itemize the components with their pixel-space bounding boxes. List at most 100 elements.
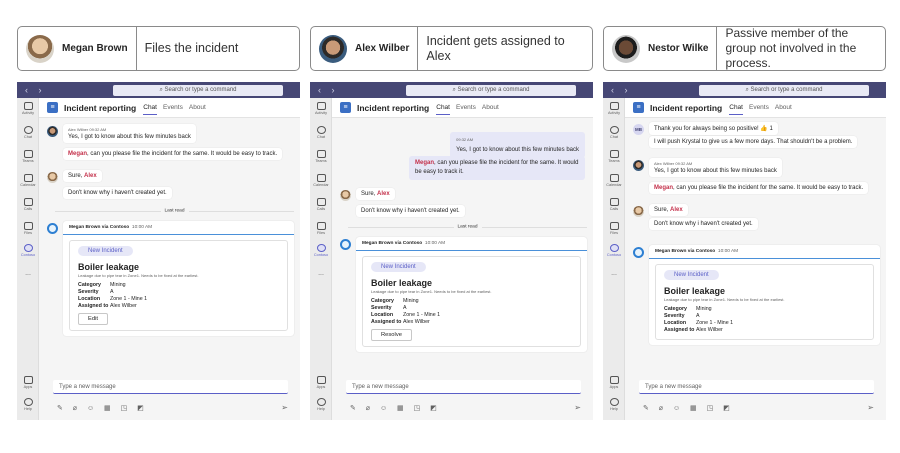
rail-chat[interactable]: Chat (603, 126, 625, 139)
rail-activity[interactable]: Activity (17, 102, 39, 115)
mention[interactable]: Alex (670, 207, 683, 213)
message: Sure, Alex (356, 188, 395, 200)
rail-chat[interactable]: Chat (310, 126, 332, 139)
panel-megan: Megan Brown Files the incident ‹ › ⌕ Sea… (17, 0, 300, 420)
compose-input[interactable]: Type a new message (53, 380, 288, 394)
send-icon[interactable]: ➢ (281, 403, 288, 412)
rail-help[interactable]: Help (17, 398, 39, 411)
compose-toolbar[interactable]: ✎ ⌀ ☺ ▦ ◳ ◩ (57, 404, 148, 412)
field-row: Assigned to Alex Wilber (78, 303, 279, 309)
tab-about[interactable]: About (775, 104, 792, 111)
incident-title: Boiler leakage (78, 262, 140, 272)
rail-label: Calendar (606, 183, 622, 187)
tab-events[interactable]: Events (163, 104, 183, 111)
rail-calendar[interactable]: Calendar (603, 174, 625, 187)
message-meta: Alex Wilber 09:32 AM (654, 161, 693, 166)
mention[interactable]: Megan (68, 151, 87, 157)
rail-chat[interactable]: Chat (17, 126, 39, 139)
send-icon[interactable]: ➢ (574, 403, 581, 412)
rail-teams[interactable]: Teams (17, 150, 39, 163)
rail-apps[interactable]: Apps (17, 376, 39, 389)
message-text: , can you please file the incident for t… (415, 160, 579, 175)
rail-calls[interactable]: Calls (603, 198, 625, 211)
title-bar: ‹ › ⌕ Search or type a command (310, 82, 593, 98)
more-apps-icon[interactable]: ... (603, 270, 625, 277)
rail-calendar[interactable]: Calendar (17, 174, 39, 187)
tab-about[interactable]: About (189, 104, 206, 111)
rail-files[interactable]: Files (310, 222, 332, 235)
help-icon (609, 398, 619, 406)
rail-calendar[interactable]: Calendar (310, 174, 332, 187)
tab-events[interactable]: Events (749, 104, 769, 111)
more-apps-icon[interactable]: ... (17, 270, 39, 277)
teams-icon (609, 150, 619, 158)
field-label: Location (78, 296, 101, 302)
last-read-label: Last read (453, 224, 482, 230)
avatar (612, 34, 640, 63)
mention[interactable]: Alex (84, 173, 97, 179)
teams-window: ‹ › ⌕ Search or type a command Activity … (310, 82, 593, 420)
rail-help[interactable]: Help (310, 398, 332, 411)
search-box[interactable]: ⌕ Search or type a command (113, 84, 283, 96)
rail-contoso[interactable]: Contoso (603, 244, 625, 257)
field-label: Category (371, 298, 394, 304)
mention[interactable]: Megan (654, 185, 673, 191)
avatar: MB (633, 124, 644, 135)
search-box[interactable]: ⌕ Search or type a command (406, 84, 576, 96)
more-apps-icon[interactable]: ... (310, 270, 332, 277)
rail-files[interactable]: Files (603, 222, 625, 235)
field-label: Location (371, 312, 394, 318)
channel-logo-icon: ≡ (340, 102, 351, 113)
compose-toolbar[interactable]: ✎ ⌀ ☺ ▦ ◳ ◩ (643, 404, 734, 412)
tab-chat[interactable]: Chat (436, 104, 450, 115)
rail-calls[interactable]: Calls (17, 198, 39, 211)
back-forward-icon[interactable]: ‹ › (611, 85, 632, 95)
mention[interactable]: Alex (377, 191, 390, 197)
back-forward-icon[interactable]: ‹ › (25, 85, 46, 95)
tab-chat[interactable]: Chat (729, 104, 743, 115)
rail-calls[interactable]: Calls (310, 198, 332, 211)
field-value: Mining (403, 298, 419, 304)
channel-header: ≡ Incident reporting Chat Events About (625, 98, 886, 118)
rail-label: Calendar (313, 183, 329, 187)
rail-help[interactable]: Help (603, 398, 625, 411)
tab-about[interactable]: About (482, 104, 499, 111)
file-icon (316, 222, 326, 230)
field-value: Zone 1 - Mine 1 (403, 312, 441, 318)
field-label: Severity (664, 313, 685, 319)
rail-contoso[interactable]: Contoso (310, 244, 332, 257)
message-text: Don't know why i haven't created yet. (68, 190, 167, 196)
mention[interactable]: Megan (415, 160, 434, 166)
rail-files[interactable]: Files (17, 222, 39, 235)
tab-chat[interactable]: Chat (143, 104, 157, 115)
calendar-icon (316, 174, 326, 182)
field-label: Assigned to (371, 319, 402, 325)
search-box[interactable]: ⌕ Search or type a command (699, 84, 869, 96)
status-badge: New Incident (371, 262, 426, 272)
back-forward-icon[interactable]: ‹ › (318, 85, 339, 95)
rail-activity[interactable]: Activity (603, 102, 625, 115)
calendar-icon (609, 174, 619, 182)
rail-teams[interactable]: Teams (310, 150, 332, 163)
message-meta: 09:32 AM (456, 137, 474, 142)
rail-activity[interactable]: Activity (310, 102, 332, 115)
rail-apps[interactable]: Apps (310, 376, 332, 389)
avatar (340, 190, 351, 201)
persona-description: Passive member of the group not involved… (725, 26, 857, 70)
edit-button[interactable]: Edit (78, 313, 108, 325)
rail-contoso[interactable]: Contoso (17, 244, 39, 257)
compose-input[interactable]: Type a new message (346, 380, 581, 394)
rail-label: Activity (607, 111, 621, 115)
field-label: Location (664, 320, 687, 326)
compose-input[interactable]: Type a new message (639, 380, 874, 394)
rail-teams[interactable]: Teams (603, 150, 625, 163)
rail-apps[interactable]: Apps (603, 376, 625, 389)
field-row: Category Mining (78, 282, 279, 288)
field-value: A (696, 313, 700, 319)
field-row: Category Mining (371, 298, 572, 304)
compose-toolbar[interactable]: ✎ ⌀ ☺ ▦ ◳ ◩ (350, 404, 441, 412)
card-time: 10:00 AM (131, 225, 153, 230)
resolve-button[interactable]: Resolve (371, 329, 412, 341)
send-icon[interactable]: ➢ (867, 403, 874, 412)
tab-events[interactable]: Events (456, 104, 476, 111)
